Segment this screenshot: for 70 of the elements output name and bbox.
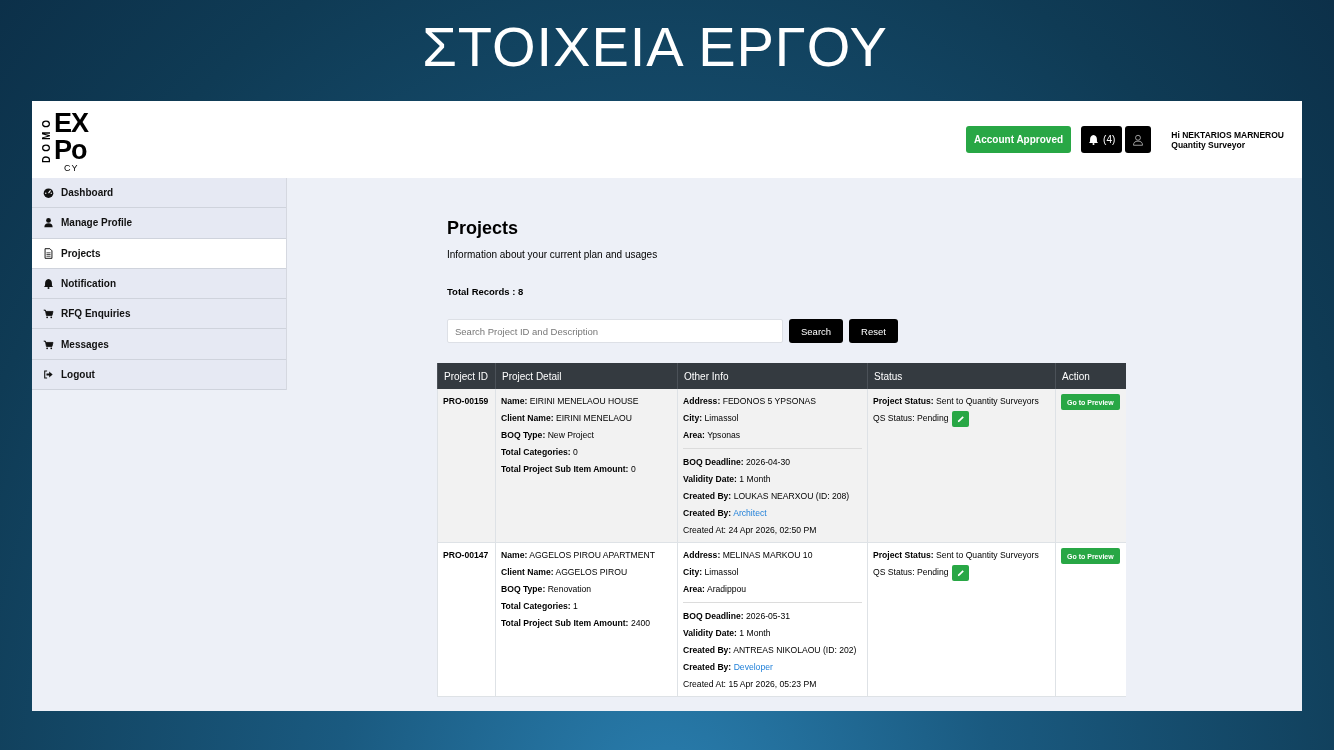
detail-line: Total Categories: 1 [501,600,579,613]
column-header: Action [1055,363,1126,389]
location-line: City: Limassol [683,412,740,425]
greeting-text: Hi NEKTARIOS MARNEROU [1171,129,1284,140]
info-line: Created By: Developer [683,661,774,674]
project-status-text: Project Status: Sent to Quantity Surveyors [873,395,1040,408]
location-line: Address: FEDONOS 5 YPSONAS [683,395,818,408]
info-line: Validity Date: 1 Month [683,473,772,486]
gauge-icon [43,187,54,199]
detail-line: Total Categories: 0 [501,446,579,459]
slide-title: ΣΤΟΙΧΕΙΑ ΕΡΓΟΥ [421,14,889,80]
detail-line: BOQ Type: New Project [501,429,595,442]
sidebar-item[interactable]: Manage Profile [32,208,286,239]
user-icon [43,217,54,229]
logout-icon [43,368,54,380]
pencil-icon [957,414,965,423]
sidebar-item[interactable]: Notification [32,268,286,300]
role-link[interactable]: Architect [733,508,767,518]
location-line: Area: Ypsonas [683,429,742,442]
bell-icon [1088,134,1100,145]
detail-line: Name: EIRINI MENELAOU HOUSE [501,395,640,408]
search-action-button[interactable]: Reset [849,319,898,343]
info-line: Created At: 24 Apr 2026, 02:50 PM [683,524,818,537]
role-link[interactable]: Developer [733,662,773,672]
project-id-cell: PRO-00147 [437,542,496,697]
location-line: Area: Aradippou [683,583,748,596]
info-line: Created At: 15 Apr 2026, 05:23 PM [683,678,818,691]
cart-icon [43,338,54,350]
sidebar-item[interactable]: Projects [32,238,286,269]
bell-icon [43,278,54,290]
qs-status-text: QS Status: Pending [873,566,949,579]
total-records: Total Records : 8 [447,286,525,297]
column-header: Status [867,363,1056,389]
column-header: Other Info [677,363,868,389]
user-icon [1132,133,1145,146]
project-id-cell: PRO-00159 [437,389,496,543]
location-line: City: Limassol [683,566,740,579]
edit-button[interactable] [952,410,970,427]
user-role: Quantity Surveyor [1171,139,1246,150]
info-line: Created By: Architect [683,507,768,520]
page-title: Projects [447,218,520,239]
info-line: Validity Date: 1 Month [683,627,772,640]
file-icon [43,247,54,259]
cart-icon [43,308,54,320]
detail-line: Total Project Sub Item Amount: 0 [501,463,637,476]
sidebar-item[interactable]: Dashboard [32,178,286,209]
info-line: Created By: ANTREAS NIKOLAOU (ID: 202) [683,644,858,657]
sidebar-item[interactable]: RFQ Enquiries [32,299,286,330]
column-header: Project Detail [495,363,678,389]
edit-button[interactable] [952,564,970,581]
search-field[interactable]: Search Project ID and Description [447,319,783,343]
info-line: BOQ Deadline: 2026-04-30 [683,456,791,469]
search-action-button[interactable]: Search [789,319,844,343]
info-line: BOQ Deadline: 2026-05-31 [683,610,791,623]
detail-line: Name: AGGELOS PIROU APARTMENT [501,549,656,562]
location-line: Address: MELINAS MARKOU 10 [683,549,814,562]
sidebar-item[interactable]: Messages [32,329,286,360]
pencil-icon [957,568,965,577]
sidebar-item[interactable]: Logout [32,359,286,391]
detail-line: BOQ Type: Renovation [501,583,593,596]
qs-status-text: QS Status: Pending [873,412,949,425]
project-status-text: Project Status: Sent to Quantity Surveyors [873,549,1040,562]
detail-line: Client Name: AGGELOS PIROU [501,566,629,579]
notifications-button[interactable]: (4) [1081,126,1123,153]
column-header: Project ID [437,363,496,389]
info-line: Created By: LOUKAS NEARXOU (ID: 208) [683,490,851,503]
detail-line: Client Name: EIRINI MENELAOU [501,412,633,425]
detail-line: Total Project Sub Item Amount: 2400 [501,617,651,630]
profile-button[interactable] [1125,126,1152,153]
page-subtitle: Information about your current plan and usages [447,249,659,260]
